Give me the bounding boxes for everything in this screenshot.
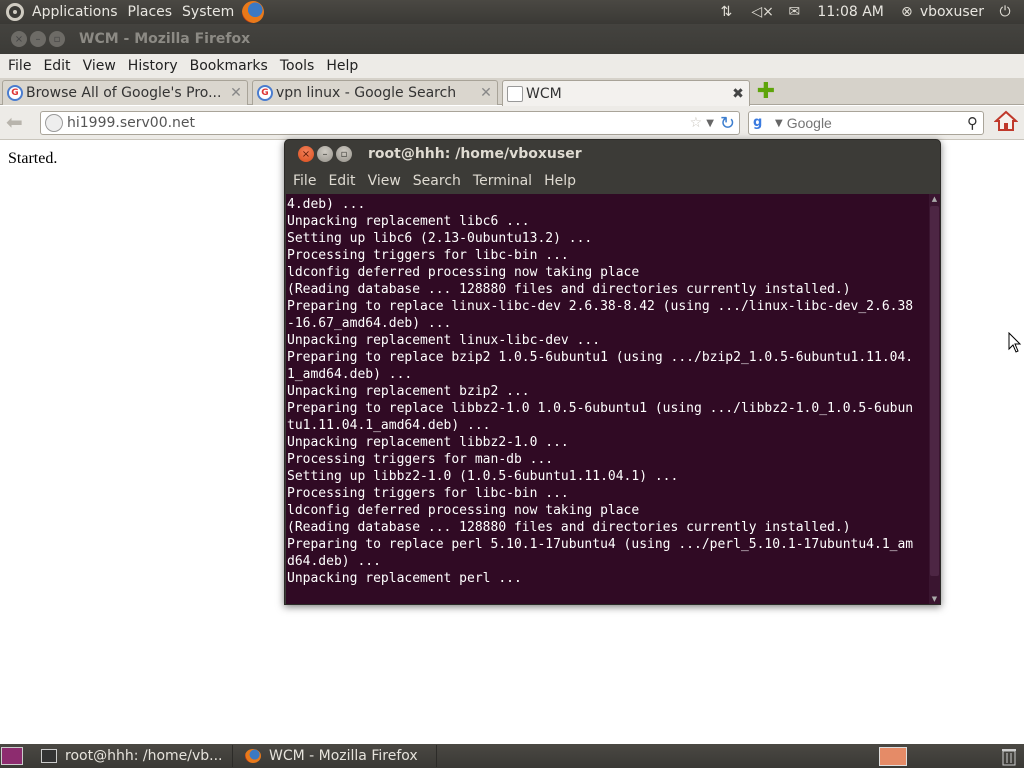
tab-label: WCM — [526, 85, 562, 102]
terminal-maximize-button[interactable]: ▫ — [336, 146, 352, 162]
google-favicon-icon: G — [257, 85, 273, 101]
search-input[interactable] — [786, 115, 967, 131]
firefox-window-title: WCM - Mozilla Firefox — [79, 31, 251, 47]
ff-menu-tools[interactable]: Tools — [280, 58, 315, 74]
search-engine-dropdown-icon[interactable]: ▼ — [775, 118, 783, 129]
terminal-output[interactable]: 4.deb) ... Unpacking replacement libc6 .… — [286, 194, 929, 604]
firefox-titlebar: × – ▫ WCM - Mozilla Firefox — [0, 24, 1024, 54]
ff-menu-view[interactable]: View — [83, 58, 116, 74]
page-favicon-icon — [507, 85, 523, 102]
trash-icon[interactable] — [1000, 747, 1020, 766]
search-bar[interactable]: g ▼ ⚲ — [748, 111, 984, 135]
term-menu-search[interactable]: Search — [413, 173, 461, 189]
reload-icon[interactable]: ↻ — [720, 113, 735, 134]
top-panel: Applications Places System ⇅ ◁× ✉ 11:08 … — [0, 0, 1024, 24]
terminal-window[interactable]: × – ▫ root@hhh: /home/vboxuser File Edit… — [284, 139, 941, 605]
mail-icon[interactable]: ✉ — [785, 4, 803, 20]
ff-menu-help[interactable]: Help — [326, 58, 358, 74]
menu-places[interactable]: Places — [128, 4, 173, 20]
ff-menu-history[interactable]: History — [128, 58, 178, 74]
term-menu-help[interactable]: Help — [544, 173, 576, 189]
tab-vpn-linux[interactable]: G vpn linux - Google Search ✕ — [252, 80, 498, 105]
taskbar-firefox-label: WCM - Mozilla Firefox — [269, 748, 418, 764]
term-menu-edit[interactable]: Edit — [328, 173, 355, 189]
terminal-icon — [41, 749, 57, 763]
url-bar[interactable]: hi1999.serv00.net ☆ ▼ ↻ — [40, 111, 740, 135]
home-icon[interactable] — [993, 108, 1019, 134]
ubuntu-logo-icon[interactable] — [6, 3, 24, 21]
term-menu-view[interactable]: View — [368, 173, 401, 189]
firefox-maximize-button[interactable]: ▫ — [49, 31, 65, 47]
tab-close-icon[interactable]: ✖ — [731, 86, 745, 102]
back-arrow-icon[interactable]: ⬅ — [6, 112, 34, 134]
tab-google-products[interactable]: G Browse All of Google's Pro... ✕ — [2, 80, 248, 105]
google-favicon-icon: G — [7, 85, 23, 101]
scroll-down-arrow-icon[interactable]: ▼ — [929, 594, 940, 604]
system-tray: ⇅ ◁× ✉ 11:08 AM ⊗ vboxuser ⏻ — [717, 0, 1024, 24]
ff-menu-bookmarks[interactable]: Bookmarks — [190, 58, 268, 74]
terminal-close-button[interactable]: × — [298, 146, 314, 162]
workspace-switcher[interactable] — [879, 747, 907, 766]
tab-label: Browse All of Google's Pro... — [26, 85, 222, 101]
bookmark-star-icon[interactable]: ☆ — [690, 115, 703, 131]
show-desktop-icon[interactable] — [1, 747, 23, 765]
tab-wcm[interactable]: WCM ✖ — [502, 80, 750, 106]
tab-close-icon[interactable]: ✕ — [479, 85, 493, 101]
mouse-cursor-icon — [1008, 332, 1022, 353]
new-tab-plus-icon[interactable]: ✚ — [753, 79, 779, 104]
url-text[interactable]: hi1999.serv00.net — [67, 115, 690, 131]
taskbar-firefox[interactable]: WCM - Mozilla Firefox — [239, 745, 437, 767]
user-name[interactable]: vboxuser — [920, 4, 984, 20]
firefox-tabbar: G Browse All of Google's Pro... ✕ G vpn … — [0, 78, 1024, 106]
network-icon[interactable]: ⇅ — [717, 4, 735, 20]
terminal-menubar: File Edit View Search Terminal Help — [285, 168, 940, 194]
terminal-titlebar[interactable]: × – ▫ root@hhh: /home/vboxuser — [285, 140, 940, 168]
taskbar-terminal[interactable]: root@hhh: /home/vb... — [35, 745, 233, 767]
firefox-icon — [245, 749, 261, 763]
firefox-launcher-icon[interactable] — [242, 1, 265, 23]
terminal-title: root@hhh: /home/vboxuser — [368, 146, 582, 162]
firefox-navbar: ⬅ hi1999.serv00.net ☆ ▼ ↻ g ▼ ⚲ — [0, 106, 1024, 140]
scroll-up-arrow-icon[interactable]: ▲ — [929, 194, 940, 204]
ff-menu-file[interactable]: File — [8, 58, 31, 74]
menu-applications[interactable]: Applications — [32, 4, 118, 20]
taskbar-terminal-label: root@hhh: /home/vb... — [65, 748, 223, 764]
ff-menu-edit[interactable]: Edit — [43, 58, 70, 74]
bottom-panel: root@hhh: /home/vb... WCM - Mozilla Fire… — [0, 744, 1024, 768]
user-icon[interactable]: ⊗ — [898, 4, 916, 20]
tab-close-icon[interactable]: ✕ — [229, 85, 243, 101]
term-menu-file[interactable]: File — [293, 173, 316, 189]
site-identity-icon[interactable] — [45, 114, 63, 132]
volume-icon[interactable]: ◁× — [751, 4, 774, 20]
firefox-close-button[interactable]: × — [11, 31, 27, 47]
clock[interactable]: 11:08 AM — [817, 4, 883, 20]
menu-system[interactable]: System — [182, 4, 234, 20]
url-dropdown-icon[interactable]: ▼ — [706, 118, 714, 129]
search-icon[interactable]: ⚲ — [967, 114, 978, 132]
page-status-text: Started. — [8, 150, 58, 167]
scrollbar-thumb[interactable] — [930, 206, 939, 576]
firefox-minimize-button[interactable]: – — [30, 31, 46, 47]
term-menu-terminal[interactable]: Terminal — [473, 173, 532, 189]
power-icon[interactable]: ⏻ — [996, 4, 1014, 20]
tab-label: vpn linux - Google Search — [276, 85, 457, 101]
google-engine-icon[interactable]: g — [753, 115, 771, 131]
firefox-menubar: File Edit View History Bookmarks Tools H… — [0, 54, 1024, 78]
terminal-text: 4.deb) ... Unpacking replacement libc6 .… — [287, 197, 914, 586]
terminal-minimize-button[interactable]: – — [317, 146, 333, 162]
terminal-scrollbar[interactable]: ▲ ▼ — [929, 194, 940, 604]
